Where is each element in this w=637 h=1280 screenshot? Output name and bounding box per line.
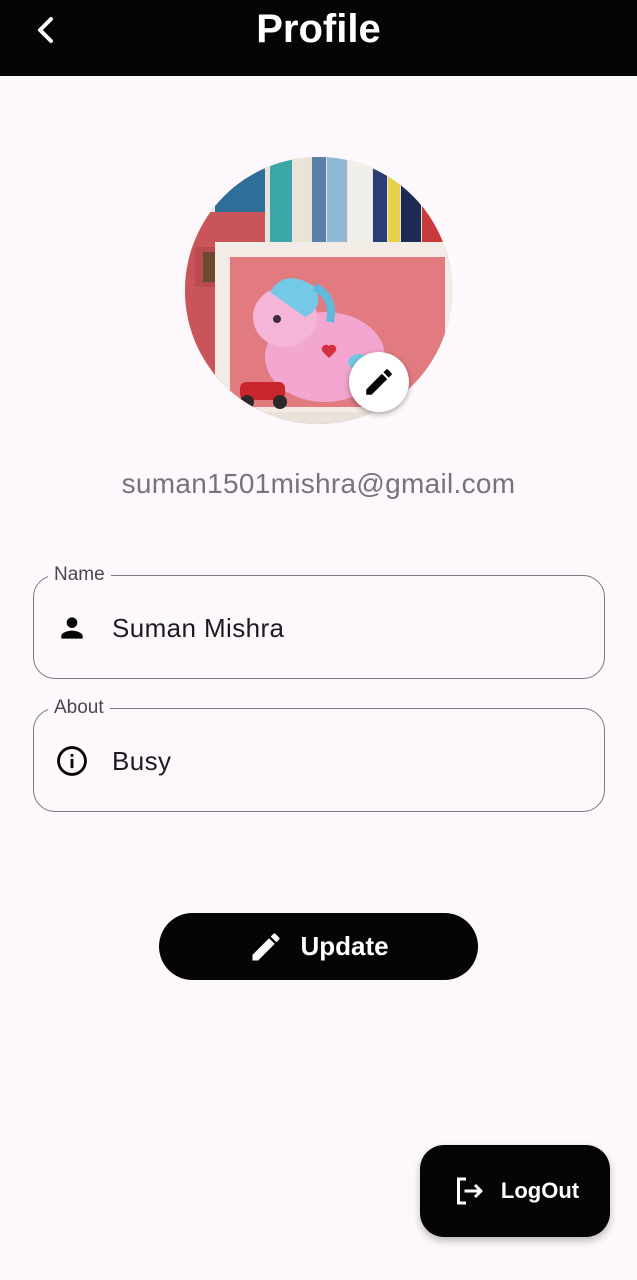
name-field-label: Name (48, 563, 111, 587)
logout-button[interactable]: LogOut (420, 1145, 610, 1237)
logout-icon (456, 1177, 483, 1205)
name-input[interactable] (112, 609, 582, 647)
name-field[interactable]: Name (33, 563, 605, 679)
avatar-container (185, 157, 452, 424)
page-title: Profile (256, 7, 381, 51)
user-email: suman1501mishra@gmail.com (121, 468, 516, 499)
pencil-icon (252, 932, 280, 960)
update-button-label: Update (300, 931, 389, 961)
pencil-icon (366, 369, 392, 395)
update-button[interactable]: Update (159, 913, 478, 980)
info-icon (54, 743, 90, 779)
logout-button-label: LogOut (500, 1178, 580, 1203)
about-field[interactable]: About (33, 696, 605, 812)
app-bar: Profile (0, 0, 637, 76)
about-input[interactable] (112, 742, 582, 780)
avatar[interactable] (185, 157, 452, 424)
edit-photo-button[interactable] (349, 352, 409, 412)
person-icon (54, 610, 90, 646)
avatar-photo (185, 157, 452, 424)
about-field-label: About (48, 696, 110, 720)
